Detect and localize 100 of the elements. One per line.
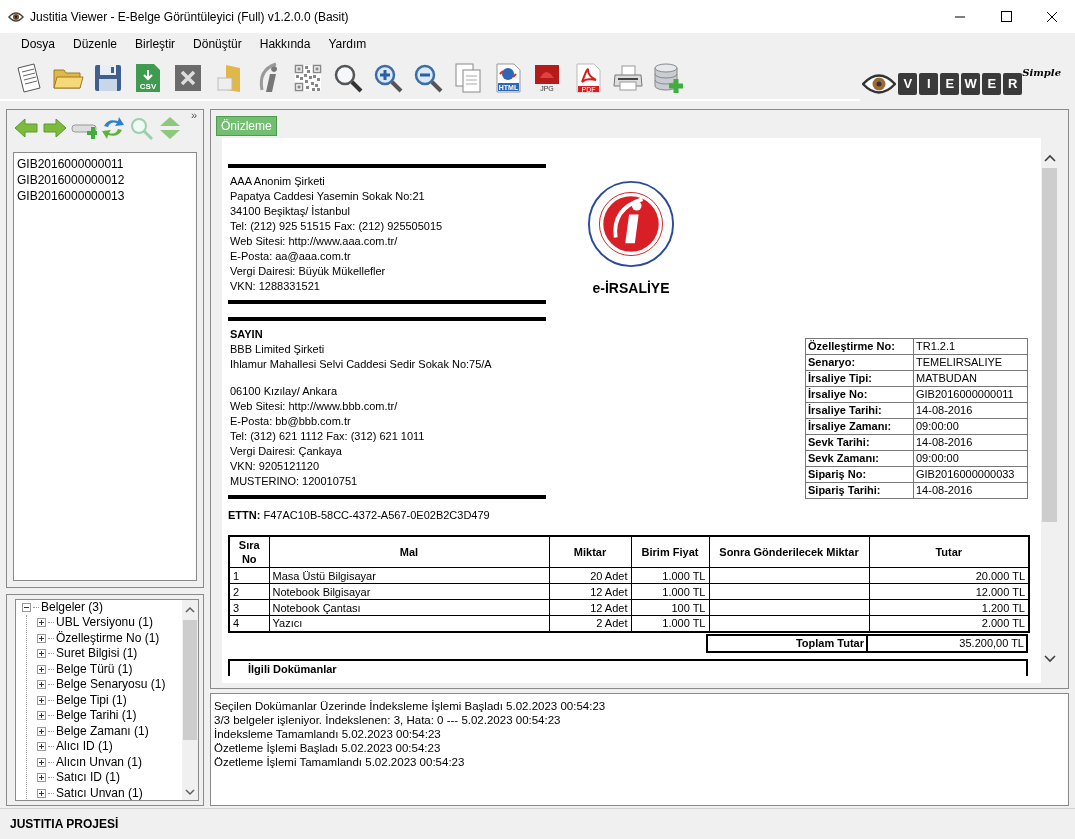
related-documents-heading: İlgili Dokümanlar (248, 662, 337, 675)
column-header: Sıra No (229, 535, 269, 568)
table-cell: 14-08-2016 (913, 482, 1028, 499)
overflow-button[interactable]: » (190, 110, 197, 121)
document-list-item[interactable]: GIB2016000000013 (17, 188, 196, 204)
tree-item[interactable]: Satıcı Unvan (1) (56, 785, 143, 800)
table-cell: İrsaliye Tarihi: (805, 402, 914, 419)
address-line: 06100 Kızılay/ Ankara (230, 384, 338, 399)
address-line: 34100 Beşiktaş/ İstanbul (230, 204, 351, 219)
refresh-icon[interactable] (100, 116, 126, 140)
table-cell: İrsaliye Zamanı: (805, 418, 914, 435)
address-line: Tel: (212) 925 51515 Fax: (212) 925505015 (230, 219, 444, 234)
address-line: Tel: (312) 621 1112 Fax: (312) 621 1011 (230, 429, 426, 444)
address-line: Vergi Dairesi: Çankaya (230, 444, 343, 459)
table-cell: 09:00:00 (913, 418, 1028, 435)
expand-toggle-icon[interactable] (37, 680, 46, 690)
table-cell: İrsaliye Tipi: (805, 370, 914, 387)
logo-letter: I (919, 73, 939, 95)
tree-item[interactable]: Belgeler (3) (41, 600, 104, 615)
tree-item[interactable]: Belge Tipi (1) (56, 692, 127, 708)
table-cell: 100 TL (631, 599, 709, 616)
expand-toggle-icon[interactable] (37, 788, 46, 798)
log-line: İndeksleme Tamamlandı 5.02.2023 00:54:23 (214, 727, 442, 741)
tree-item[interactable]: Alıcın Unvan (1) (56, 754, 143, 770)
address-line: E-Posta: bb@bbb.com.tr (230, 414, 352, 429)
table-cell: TEMELIRSALIYE (913, 354, 1028, 371)
menu-item[interactable]: Yardım (319, 35, 376, 53)
table-cell: Senaryo: (805, 354, 914, 371)
expand-toggle-icon[interactable] (37, 726, 46, 736)
menu-item[interactable]: Dönüştür (184, 35, 251, 53)
total-label: Toplam Tutar (707, 634, 867, 652)
address-line: Web Sitesi: http://www.bbb.com.tr/ (230, 399, 399, 414)
scroll-thumb[interactable] (1042, 168, 1057, 522)
expand-toggle-icon[interactable] (37, 664, 46, 674)
logo-tagline: Simple (1022, 66, 1061, 80)
table-cell: 09:00:00 (913, 450, 1028, 467)
tree-item[interactable]: UBL Versiyonu (1) (56, 615, 153, 631)
tree-item[interactable]: Özelleştirme No (1) (56, 630, 160, 646)
expand-toggle-icon[interactable] (37, 742, 46, 752)
table-cell: İrsaliye No: (805, 386, 914, 403)
menu-item[interactable]: Düzenle (64, 35, 127, 53)
table-cell: GIB2016000000033 (913, 466, 1028, 483)
table-cell: Masa Üstü Bilgisayar (269, 567, 549, 584)
zoom-in-icon[interactable] (372, 62, 404, 94)
total-value: 35.200,00 TL (867, 634, 1027, 652)
scroll-down-icon[interactable] (1043, 655, 1056, 663)
column-header: Sonra Gönderilecek Miktar (709, 535, 869, 568)
expand-toggle-icon[interactable] (37, 695, 46, 705)
column-header: Miktar (549, 535, 631, 568)
save-icon[interactable] (92, 62, 124, 94)
expand-toggle-icon[interactable] (37, 649, 46, 659)
close-icon[interactable] (172, 62, 204, 94)
zoom-out-icon[interactable] (412, 62, 444, 94)
menu-item[interactable]: Dosya (12, 35, 64, 53)
collapse-toggle-icon[interactable] (22, 603, 31, 612)
table-cell: 2 (229, 583, 269, 600)
table-cell: Sevk Tarihi: (805, 434, 914, 451)
menu-item[interactable]: Birleştir (126, 35, 185, 53)
expand-toggle-icon[interactable] (37, 633, 46, 643)
ettn-text: ETTN: F47AC10B-58CC-4372-A567-0E02B2C3D479 (228, 508, 491, 523)
scroll-up-icon[interactable] (1043, 154, 1056, 162)
printer-icon[interactable] (612, 62, 644, 94)
address-line: Vergi Dairesi: Büyük Mükellefler (230, 264, 387, 279)
table-cell: Notebook Bilgisayar (269, 583, 549, 600)
tree-item[interactable]: Suret Bilgisi (1) (56, 646, 138, 662)
expand-toggle-icon[interactable] (37, 618, 46, 628)
document-list-item[interactable]: GIB2016000000011 (17, 156, 196, 172)
expand-toggle-icon[interactable] (37, 757, 46, 767)
tree-item[interactable]: Belge Senaryosu (1) (56, 677, 166, 693)
menu-item[interactable]: Hakkında (250, 35, 320, 53)
document-list-item[interactable]: GIB2016000000012 (17, 172, 196, 188)
database-add-icon[interactable] (652, 62, 684, 94)
recipient-heading: SAYIN (230, 327, 264, 342)
eye-icon (862, 73, 897, 95)
log-line: Seçilen Dokümanlar Üzerinde İndeksleme İşlemi Başladı 5.02.2023 00:54:23 (214, 699, 607, 713)
scroll-thumb[interactable] (183, 620, 197, 740)
address-line: VKN: 1288331521 (230, 279, 321, 294)
tree-item[interactable]: Belge Tarihi (1) (56, 708, 137, 724)
table-cell: 3 (229, 599, 269, 616)
search-icon[interactable] (332, 62, 364, 94)
table-cell: 12 Adet (549, 599, 631, 616)
tree-item[interactable]: Belge Türü (1) (56, 661, 133, 677)
tree-item[interactable]: Satıcı ID (1) (56, 770, 120, 786)
tree-item[interactable]: Alıcı ID (1) (56, 739, 113, 755)
expand-toggle-icon[interactable] (37, 711, 46, 721)
address-line: AAA Anonim Şirketi (230, 174, 326, 189)
scrollbar[interactable] (182, 600, 198, 800)
table-cell: Özelleştirme No: (805, 338, 914, 355)
address-line: Ihlamur Mahallesi Selvi Caddesi Sedir Sokak No:75/A (230, 357, 493, 372)
table-cell: 14-08-2016 (913, 434, 1028, 451)
tree-item[interactable]: Belge Zamanı (1) (56, 723, 149, 739)
expand-toggle-icon[interactable] (37, 773, 46, 783)
scroll-up-icon[interactable] (185, 606, 195, 614)
log-line: Özetleme İşlemi Tamamlandı 5.02.2023 00:54:23 (214, 755, 466, 769)
table-cell: Sevk Zamanı: (805, 450, 914, 467)
scroll-down-icon[interactable] (185, 788, 195, 796)
table-cell: 1 (229, 567, 269, 584)
window-title: Justitia Viewer - E-Belge Görüntüleyici (Full) v1.2.0.0 (Basit) (30, 8, 349, 26)
qr-code-icon[interactable] (292, 62, 324, 94)
log-line: 3/3 belgeler işleniyor. İndekslenen: 3, Hata: 0 --- 5.02.2023 00:54:23 (214, 713, 562, 727)
